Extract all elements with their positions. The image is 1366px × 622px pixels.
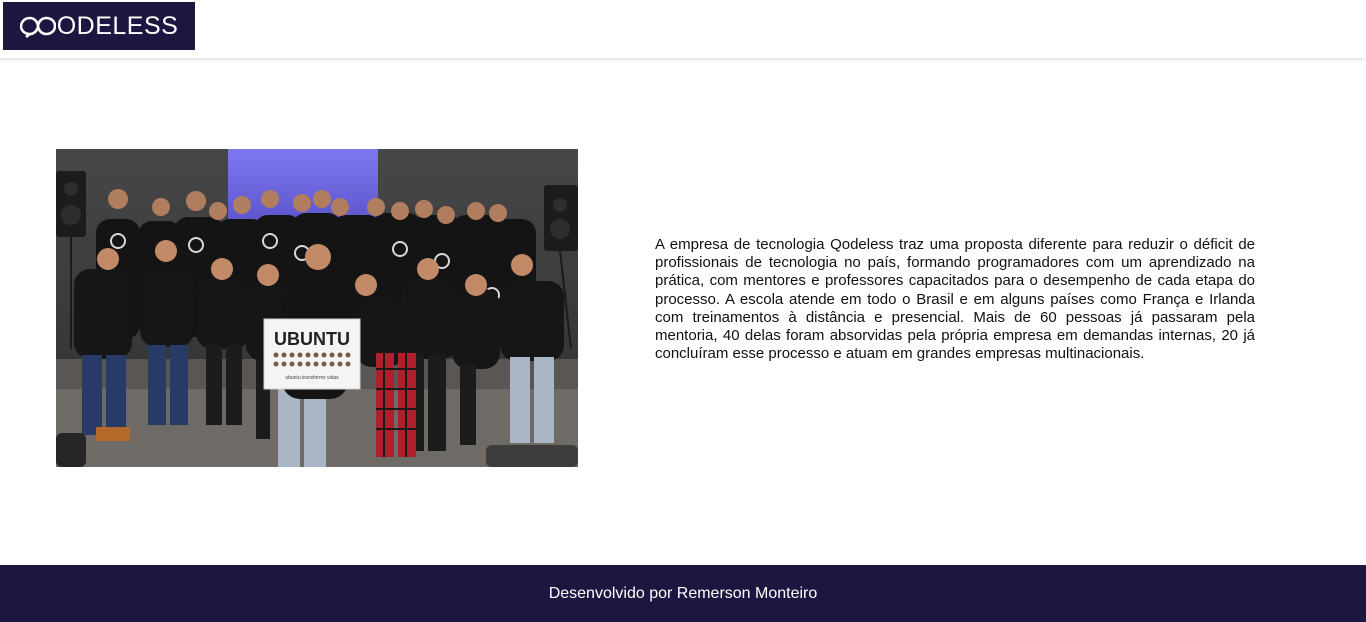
company-description: A empresa de tecnologia Qodeless traz um… [655,236,1255,363]
site-footer: Desenvolvido por Remerson Monteiro [0,565,1366,622]
logo-infinity-icon [19,16,56,38]
logo[interactable]: ODELESS [3,2,195,50]
team-photo: UBUNTU ubuntu transforms vidas [56,149,578,467]
site-header: ODELESS [0,0,1366,58]
sign-text: UBUNTU [274,329,350,349]
sign-subtext: ubuntu transforms vidas [285,375,339,381]
logo-text: ODELESS [56,11,179,40]
footer-credit: Desenvolvido por Remerson Monteiro [548,584,818,602]
team-photo-illustration: UBUNTU ubuntu transforms vidas [56,149,578,467]
logo-wordmark: ODELESS [19,11,179,41]
